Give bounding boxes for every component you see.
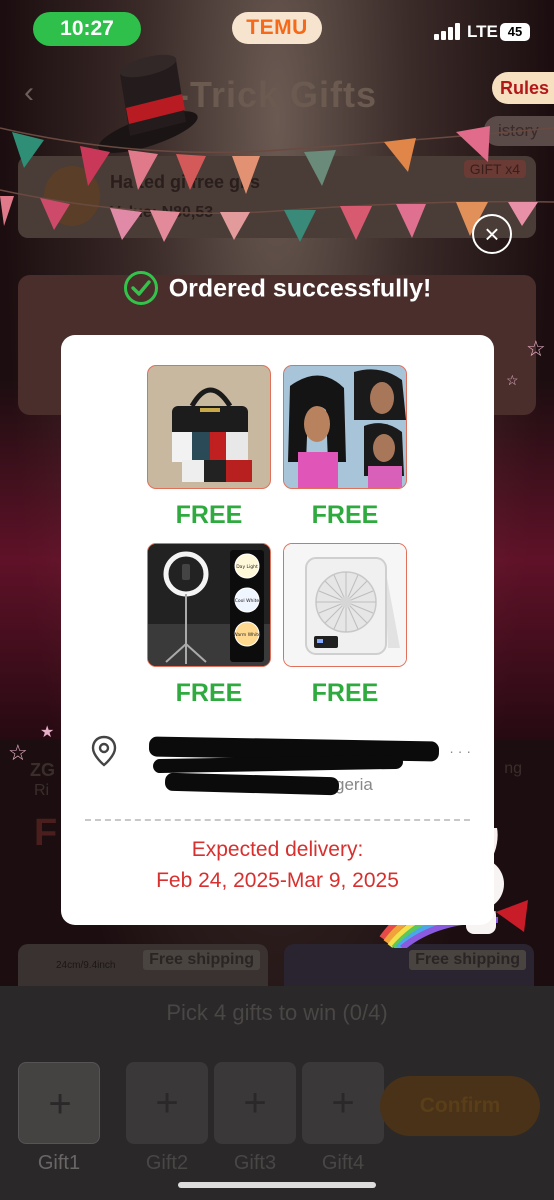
gift-item-ring-light[interactable]: Day Light Cool White Warm White FREE	[147, 543, 271, 708]
shipping-address: · · · geria	[91, 735, 471, 796]
gift-slot-1[interactable]: +	[18, 1062, 100, 1144]
pick-gifts-text: Pick 4 gifts to win (0/4)	[166, 1000, 388, 1025]
gift-item-handbag[interactable]: FREE	[147, 365, 271, 530]
network-label: LTE	[467, 22, 498, 41]
address-overflow: · · ·	[449, 743, 471, 759]
wig-image	[283, 365, 407, 489]
ring-light-mode-label: Day Light	[236, 564, 258, 570]
battery-icon: 45	[500, 23, 530, 41]
gift-slot-label: Gift2	[145, 1152, 189, 1174]
free-shipping-badge: Free shipping	[143, 950, 260, 970]
delivery-label: Expected delivery:	[191, 838, 364, 861]
ring-light-illustration: Day Light Cool White Warm White	[148, 544, 270, 666]
delivery-dates: Feb 24, 2025-Mar 9, 2025	[156, 869, 399, 892]
desk-fan-illustration	[284, 544, 406, 666]
product-dimension: 24cm/9.4inch	[56, 960, 116, 971]
address-redaction	[152, 754, 404, 774]
status-time: 10:27	[33, 12, 141, 46]
wig-illustration	[284, 366, 406, 488]
ring-light-image: Day Light Cool White Warm White	[147, 543, 271, 667]
bg-left-snippet2: Ri	[34, 782, 50, 799]
bunting-decoration	[0, 126, 554, 242]
gift-slot-2[interactable]: +	[126, 1062, 208, 1144]
bg-left-price: F	[34, 812, 58, 854]
address-redaction	[164, 772, 340, 796]
free-label: FREE	[175, 679, 243, 707]
plus-icon: +	[243, 1081, 267, 1125]
star-icon: ☆	[526, 336, 546, 361]
plus-icon: +	[48, 1082, 72, 1126]
app-badge: TEMU	[232, 12, 322, 44]
rules-button[interactable]: Rules	[492, 72, 554, 104]
check-circle-icon	[123, 271, 158, 305]
free-label: FREE	[175, 501, 243, 529]
star-icon: ☆	[8, 740, 28, 765]
close-icon[interactable]: ×	[472, 214, 512, 254]
bg-left-snippet: ZG	[30, 760, 55, 780]
gift-item-wig[interactable]: FREE	[283, 365, 407, 530]
home-indicator[interactable]	[178, 1182, 376, 1188]
star-icon: ☆	[506, 372, 519, 388]
plus-icon: +	[331, 1081, 355, 1125]
free-label: FREE	[311, 501, 379, 529]
plus-icon: +	[155, 1081, 179, 1125]
handbag-image	[147, 365, 271, 489]
desk-fan-image	[283, 543, 407, 667]
bg-right-snippet: ng	[504, 760, 522, 777]
ring-light-mode-label: Cool White	[235, 598, 260, 604]
ring-light-mode-label: Warm White	[233, 632, 261, 638]
divider	[85, 819, 470, 821]
signal-icon	[434, 22, 464, 40]
star-icon: ★	[40, 724, 55, 741]
gift-slot-3[interactable]: +	[214, 1062, 296, 1144]
status-bar: 10:27 TEMU LTE 45	[0, 0, 554, 56]
location-pin-icon	[91, 735, 117, 767]
free-label: FREE	[311, 679, 379, 707]
gift-slot-label: Gift1	[37, 1152, 81, 1174]
success-banner: Ordered successfully!	[0, 271, 554, 306]
gift-slot-label: Gift3	[233, 1152, 277, 1174]
gift-slot-4[interactable]: +	[302, 1062, 384, 1144]
handbag-illustration	[172, 387, 252, 482]
success-text: Ordered successfully!	[168, 274, 432, 303]
confirm-button[interactable]: Confirm	[380, 1076, 540, 1136]
order-success-modal: FREE FREE Day Light Cool White Warm Whit…	[61, 335, 494, 925]
gift-slot-label: Gift4	[321, 1152, 365, 1174]
gift-item-desk-fan[interactable]: FREE	[283, 543, 407, 708]
free-shipping-badge: Free shipping	[409, 950, 526, 970]
address-fragment: geria	[335, 775, 373, 794]
